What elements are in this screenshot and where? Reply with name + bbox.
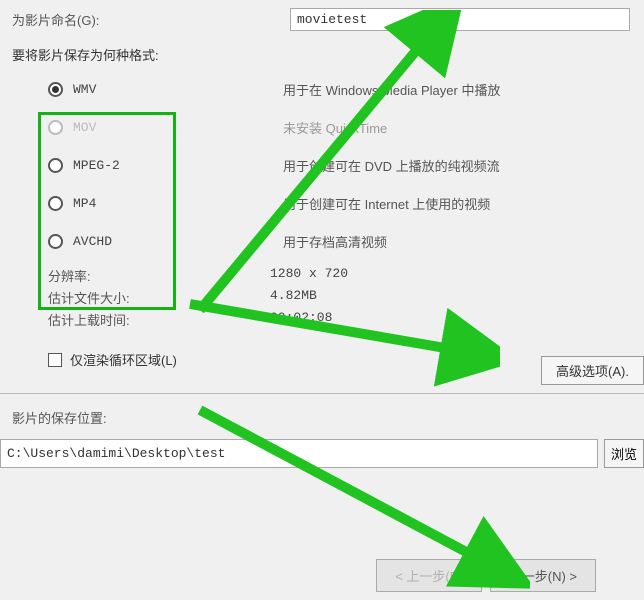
format-code: MPEG-2 <box>73 158 283 173</box>
format-option-mpeg2[interactable]: MPEG-2 用于创建可在 DVD 上播放的纯视频流 <box>48 146 644 184</box>
resolution-label: 分辨率: <box>48 266 270 288</box>
format-section-label: 要将影片保存为何种格式: <box>0 31 644 70</box>
format-option-mov[interactable]: MOV 未安装 QuickTime <box>48 108 644 146</box>
format-desc: 用于创建可在 Internet 上使用的视频 <box>283 194 490 213</box>
loop-render-label: 仅渲染循环区域(L) <box>70 350 177 369</box>
filesize-label: 估计文件大小: <box>48 288 270 310</box>
radio-icon[interactable] <box>48 196 63 211</box>
format-desc: 用于在 Windows Media Player 中播放 <box>283 80 500 99</box>
format-code: AVCHD <box>73 234 283 249</box>
radio-selected-icon[interactable] <box>48 82 63 97</box>
format-options-group: WMV 用于在 Windows Media Player 中播放 MOV 未安装… <box>0 70 644 260</box>
movie-name-input[interactable] <box>290 8 630 31</box>
format-code: WMV <box>73 82 283 97</box>
format-code: MP4 <box>73 196 283 211</box>
resolution-value: 1280 x 720 <box>270 266 348 288</box>
uploadtime-label: 估计上载时间: <box>48 310 270 332</box>
format-desc: 用于存档高清视频 <box>283 232 387 251</box>
radio-icon[interactable] <box>48 234 63 249</box>
movie-name-label: 为影片命名(G): <box>0 10 290 29</box>
format-desc: 用于创建可在 DVD 上播放的纯视频流 <box>283 156 500 175</box>
radio-icon[interactable] <box>48 120 63 135</box>
save-path-input[interactable] <box>0 439 598 468</box>
format-code: MOV <box>73 120 283 135</box>
browse-button[interactable]: 浏览 <box>604 439 644 468</box>
filesize-value: 4.82MB <box>270 288 317 310</box>
format-option-avchd[interactable]: AVCHD 用于存档高清视频 <box>48 222 644 260</box>
format-option-wmv[interactable]: WMV 用于在 Windows Media Player 中播放 <box>48 70 644 108</box>
checkbox-icon[interactable] <box>48 353 62 367</box>
save-location-label: 影片的保存位置: <box>0 404 644 431</box>
uploadtime-value: 00:02:08 <box>270 310 332 332</box>
next-step-button[interactable]: 下一步(N) > <box>490 559 596 592</box>
advanced-options-button[interactable]: 高级选项(A). <box>541 356 644 385</box>
format-option-mp4[interactable]: MP4 用于创建可在 Internet 上使用的视频 <box>48 184 644 222</box>
divider <box>0 393 644 394</box>
prev-step-button[interactable]: < 上一步(B) <box>376 559 482 592</box>
radio-icon[interactable] <box>48 158 63 173</box>
info-block: 分辨率: 1280 x 720 估计文件大小: 4.82MB 估计上载时间: 0… <box>0 260 644 332</box>
format-desc: 未安装 QuickTime <box>283 118 387 137</box>
